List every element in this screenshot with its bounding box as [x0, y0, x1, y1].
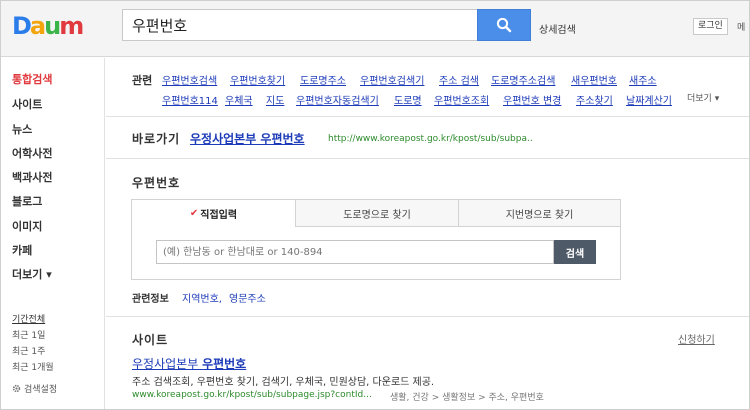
related-link[interactable]: 새우편번호 — [571, 72, 617, 87]
period-1week[interactable]: 최근 1주 — [12, 344, 45, 357]
tab-lot-number[interactable]: 지번명으로 찾기 — [458, 200, 620, 227]
related-link[interactable]: 우편번호검색 — [162, 72, 217, 87]
related-link[interactable]: 지도 — [266, 92, 284, 107]
site-result-url[interactable]: www.koreapost.go.kr/kpost/sub/subpage.js… — [132, 390, 372, 400]
gear-icon — [12, 384, 21, 393]
related-link[interactable]: 우체국 — [225, 92, 253, 107]
logo-letter-d: D — [12, 12, 32, 40]
shortcut-url[interactable]: http://www.koreapost.go.kr/kpost/sub/sub… — [328, 134, 533, 144]
search-box — [122, 9, 478, 41]
tab-road-name[interactable]: 도로명으로 찾기 — [295, 200, 458, 227]
shortcut-link[interactable]: 우정사업본부 우편번호 — [190, 130, 305, 147]
nav-news[interactable]: 뉴스 — [12, 121, 32, 137]
left-nav: 통합검색 사이트 뉴스 어학사전 백과사전 블로그 이미지 카페 더보기 ▾ 기… — [1, 58, 105, 409]
divider — [106, 158, 749, 159]
main-content: 관련 우편번호검색 우편번호찾기 도로명주소 우편번호검색기 주소 검색 도로명… — [106, 58, 749, 409]
related-link[interactable]: 새주소 — [629, 72, 657, 87]
nav-more[interactable]: 더보기 ▾ — [12, 266, 52, 282]
site-result-prefix: 우정사업본부 — [132, 357, 203, 371]
check-icon: ✔ — [189, 208, 199, 219]
site-result-description: 주소 검색조회, 우편번호 찾기, 검색기, 우체국, 민원상담, 다운로드 제… — [132, 377, 435, 388]
nav-blog[interactable]: 블로그 — [12, 193, 42, 209]
login-button[interactable]: 로그인 — [693, 18, 728, 35]
related-link[interactable]: 도로명 — [394, 92, 422, 107]
site-result-link[interactable]: 우정사업본부 우편번호 — [132, 355, 246, 372]
site-result-keyword: 우편번호 — [202, 357, 247, 371]
search-settings[interactable]: 검색설정 — [12, 382, 57, 395]
zipcode-tabs: ✔ 직접입력 도로명으로 찾기 지번명으로 찾기 — [132, 200, 620, 227]
nav-integrated-search[interactable]: 통합검색 — [12, 71, 52, 87]
related-link[interactable]: 날짜계산기 — [626, 92, 672, 107]
related-link[interactable]: 주소 검색 — [439, 72, 479, 87]
related-label: 관련 — [132, 74, 153, 87]
related-link[interactable]: 우편번호조회 — [434, 92, 489, 107]
tab-direct-input[interactable]: ✔ 직접입력 — [132, 200, 295, 227]
search-button[interactable] — [477, 9, 531, 41]
nav-images[interactable]: 이미지 — [12, 218, 42, 234]
header-edge-text[interactable]: 메 — [737, 20, 745, 33]
zipcode-title: 우편번호 — [132, 176, 181, 190]
related-link[interactable]: 우편번호 변경 — [503, 92, 561, 107]
period-all[interactable]: 기간전체 — [12, 312, 45, 325]
advanced-search-link[interactable]: 상세검색 — [539, 21, 576, 36]
related-info-label: 관련정보 — [132, 294, 169, 305]
header: Daum 상세검색 로그인 메 — [1, 1, 749, 57]
nav-dictionary[interactable]: 어학사전 — [12, 145, 52, 161]
daum-logo[interactable]: Daum — [12, 12, 84, 40]
english-address-link[interactable]: 영문주소 — [229, 290, 266, 305]
logo-letter-m: m — [59, 12, 84, 40]
address-search-button[interactable]: 검색 — [554, 240, 596, 264]
nav-site[interactable]: 사이트 — [12, 96, 42, 112]
divider — [106, 116, 749, 117]
related-link[interactable]: 주소찾기 — [576, 92, 613, 107]
related-more-button[interactable]: 더보기 ▾ — [687, 91, 719, 104]
related-link[interactable]: 우편번호검색기 — [360, 72, 424, 87]
search-settings-label: 검색설정 — [24, 385, 58, 395]
site-register-link[interactable]: 신청하기 — [678, 331, 715, 346]
related-link[interactable]: 우편번호찾기 — [230, 72, 285, 87]
nav-cafe[interactable]: 카페 — [12, 242, 32, 258]
tab-label: 직접입력 — [200, 210, 238, 221]
zipcode-panel: ✔ 직접입력 도로명으로 찾기 지번명으로 찾기 검색 — [131, 199, 621, 280]
period-1month[interactable]: 최근 1개월 — [12, 360, 54, 373]
logo-letter-a: a — [29, 12, 46, 40]
divider — [106, 316, 749, 317]
site-result-category: 생활, 건강 > 생활정보 > 주소, 우편번호 — [390, 393, 544, 403]
logo-letter-u: u — [44, 12, 61, 40]
nav-encyclopedia[interactable]: 백과사전 — [12, 169, 52, 185]
related-link[interactable]: 우편번호114 — [162, 92, 218, 107]
area-code-link[interactable]: 지역번호, — [182, 290, 222, 305]
address-input[interactable] — [156, 240, 554, 264]
related-link[interactable]: 도로명주소검색 — [491, 72, 555, 87]
search-input[interactable] — [123, 10, 478, 40]
page-frame: Daum 상세검색 로그인 메 통합검색 사이트 뉴스 어학사전 백과사전 블로… — [0, 0, 750, 410]
period-1day[interactable]: 최근 1일 — [12, 328, 45, 341]
related-link[interactable]: 우편번호자동검색기 — [296, 92, 379, 107]
shortcut-label: 바로가기 — [132, 132, 181, 146]
search-icon — [496, 17, 512, 33]
related-link[interactable]: 도로명주소 — [300, 72, 346, 87]
site-section-title: 사이트 — [132, 333, 169, 347]
